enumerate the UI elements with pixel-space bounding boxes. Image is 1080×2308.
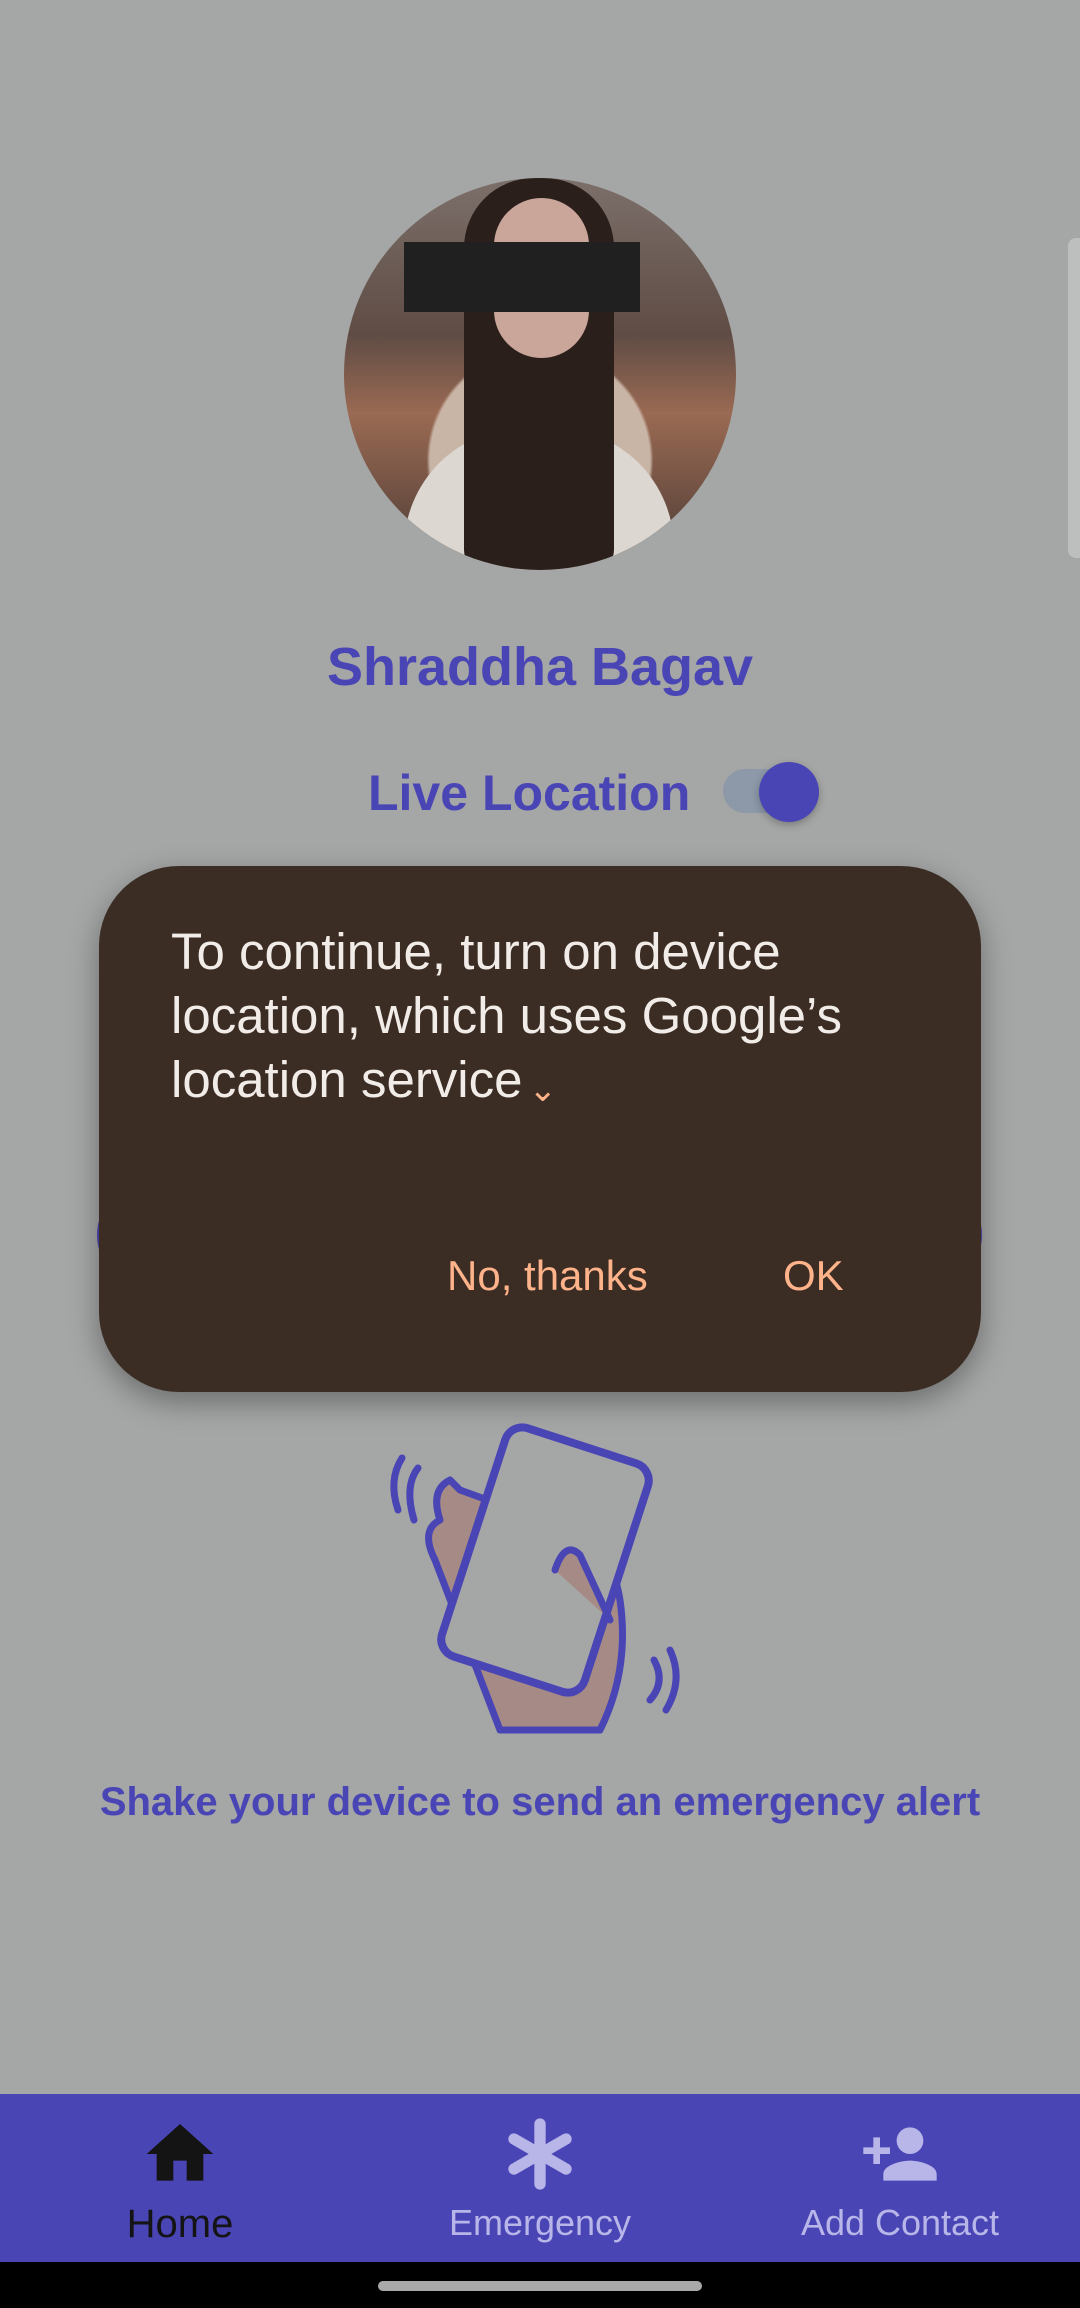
location-permission-dialog: To continue, turn on device location, wh… — [99, 866, 981, 1392]
nav-emergency[interactable]: Emergency — [360, 2094, 720, 2262]
nav-home[interactable]: Home — [0, 2094, 360, 2262]
live-location-toggle-knob[interactable] — [759, 762, 819, 822]
scroll-indicator — [1068, 238, 1080, 558]
home-icon — [146, 2124, 214, 2181]
shake-instruction-text: Shake your device to send an emergency a… — [99, 1780, 981, 1824]
gesture-handle[interactable] — [378, 2281, 702, 2291]
bottom-navigation: Home Emergency Add Contact — [0, 2094, 1080, 2262]
nav-home-label: Home — [126, 2202, 234, 2246]
live-location-label: Live Location — [368, 765, 691, 821]
asterisk-icon — [508, 2118, 572, 2190]
shake-phone-illustration — [390, 1423, 680, 1734]
no-thanks-button[interactable]: No, thanks — [447, 1252, 648, 1300]
dialog-message-text: To continue, turn on device location, wh… — [171, 923, 842, 1108]
expand-chevron-icon[interactable]: ⌄ — [529, 1058, 558, 1122]
profile-name: Shraddha Bagav — [326, 637, 754, 697]
profile-avatar[interactable] — [344, 178, 736, 570]
nav-emergency-label: Emergency — [448, 2202, 632, 2243]
ok-button[interactable]: OK — [783, 1252, 844, 1300]
nav-add-contact[interactable]: Add Contact — [720, 2094, 1080, 2262]
person-add-icon — [863, 2127, 937, 2181]
nav-add-contact-label: Add Contact — [800, 2202, 1000, 2243]
dialog-message[interactable]: To continue, turn on device location, wh… — [171, 920, 911, 1118]
avatar-redaction-bar — [404, 242, 640, 312]
